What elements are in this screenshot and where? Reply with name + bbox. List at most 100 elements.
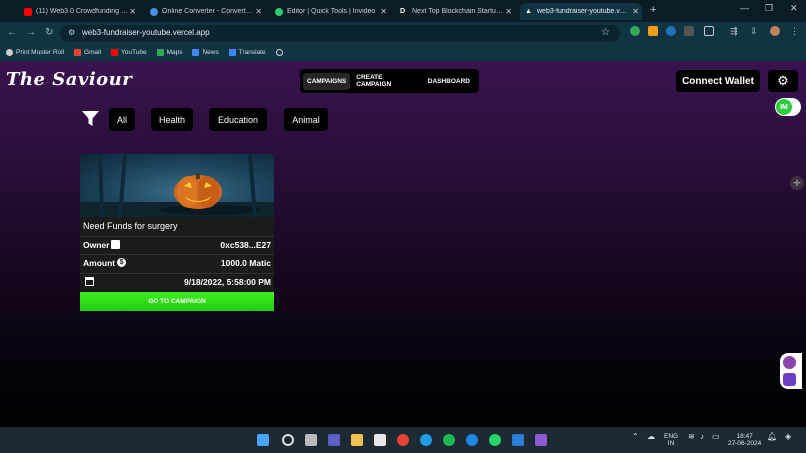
windows-start-icon[interactable]: [257, 434, 269, 446]
filter-chip-health[interactable]: Health: [151, 108, 193, 131]
store-icon[interactable]: [374, 434, 386, 446]
chrome-icon[interactable]: [397, 434, 409, 446]
extensions-puzzle-icon[interactable]: [704, 26, 714, 36]
clock[interactable]: 18:47 27-06-2024: [728, 433, 761, 447]
download-icon[interactable]: ⇩: [750, 26, 760, 36]
profile-avatar[interactable]: [770, 26, 780, 36]
close-window-icon[interactable]: ✕: [790, 3, 798, 14]
campaign-image: [80, 154, 274, 217]
calendar-icon: [85, 277, 94, 286]
restore-icon[interactable]: ❐: [765, 3, 773, 14]
gmail-icon: [74, 49, 82, 56]
close-tab-icon[interactable]: ✕: [380, 7, 387, 16]
app-icon[interactable]: [512, 434, 524, 446]
address-bar[interactable]: ⚙ web3-fundraiser-youtube.vercel.app ☆: [60, 25, 620, 42]
copilot-icon[interactable]: ◈: [785, 433, 791, 441]
filter-chip-all[interactable]: All: [109, 108, 135, 131]
spotify-icon[interactable]: [443, 434, 455, 446]
search-icon[interactable]: [282, 434, 294, 446]
nav-create-campaign[interactable]: CREATE CAMPAIGN: [352, 69, 422, 93]
date-row: 9/18/2022, 5:58:00 PM: [80, 273, 274, 289]
time-text: 18:47: [736, 433, 753, 440]
tab-title: web3-fundraiser-youtube.verce: [537, 8, 629, 15]
browser-tab-1[interactable]: (11) Web3.0 Crowdfunding Da ✕: [24, 3, 139, 20]
youtube-icon: [24, 7, 32, 16]
teams-icon[interactable]: [328, 434, 340, 446]
bookmark-item[interactable]: Maps: [156, 49, 182, 56]
site-info-icon[interactable]: ⚙: [68, 28, 75, 37]
assistant-icon[interactable]: [783, 356, 796, 369]
browser-tab-5[interactable]: ▲ web3-fundraiser-youtube.verce ✕: [520, 3, 642, 20]
go-to-campaign-button[interactable]: GO TO CAMPAIGN: [80, 292, 274, 311]
browser-tab-3[interactable]: Editor | Quick Tools | Invideo ✕: [275, 3, 390, 20]
bookmark-label: Gmail: [84, 49, 102, 56]
filter-icon[interactable]: [82, 111, 99, 127]
extension-icon[interactable]: [630, 26, 640, 36]
bookmarks-bar: Print Muster Roll Gmail YouTube Maps New…: [0, 44, 806, 61]
region-text: IN: [667, 440, 675, 447]
close-tab-icon[interactable]: ✕: [632, 7, 639, 16]
windows-taskbar: ⌃ ☁ ENG IN ≋ ♪ ▭ 18:47 27-06-2024 🔔︎ ◈: [0, 427, 806, 453]
language-indicator[interactable]: ENG IN: [664, 433, 678, 447]
translate-icon: [228, 49, 236, 56]
bookmark-item[interactable]: YouTube: [111, 49, 147, 56]
app-icon[interactable]: [783, 373, 796, 386]
extension-icon[interactable]: [666, 26, 676, 36]
campaign-card[interactable]: Need Funds for surgery Owner 0xc538...E2…: [80, 154, 274, 311]
date-text: 27-06-2024: [728, 440, 762, 447]
edge-icon[interactable]: [420, 434, 432, 446]
url-text: web3-fundraiser-youtube.vercel.app: [82, 28, 210, 37]
cast-icon[interactable]: ⇶: [730, 26, 740, 36]
task-view-icon[interactable]: [305, 434, 317, 446]
bookmark-item[interactable]: Translate: [228, 49, 266, 56]
notification-bell-icon[interactable]: 🔔︎: [767, 433, 777, 441]
app-icon[interactable]: [535, 434, 547, 446]
chevron-up-icon[interactable]: ⌃: [632, 433, 639, 441]
tab-title: Online Converter - Convert Im: [162, 8, 254, 15]
tab-title: (11) Web3.0 Crowdfunding Da: [36, 8, 128, 15]
menu-icon[interactable]: ⋮: [790, 26, 800, 36]
cloud-icon[interactable]: ☁: [647, 433, 655, 441]
app-logo[interactable]: The Saviour: [6, 69, 132, 90]
converter-icon: [150, 7, 158, 16]
im-extension-badge[interactable]: IM: [775, 98, 801, 116]
forward-icon[interactable]: →: [26, 27, 36, 38]
youtube-icon: [111, 49, 119, 56]
wifi-icon[interactable]: ≋: [688, 433, 695, 441]
file-explorer-icon[interactable]: [351, 434, 363, 446]
owner-address: 0xc538...E27: [220, 239, 271, 250]
close-tab-icon[interactable]: ✕: [505, 7, 512, 16]
bookmark-item[interactable]: News: [192, 49, 219, 56]
nav-dashboard[interactable]: DASHBOARD: [424, 73, 474, 90]
side-widget[interactable]: [780, 353, 802, 389]
filter-chip-animal[interactable]: Animal: [284, 108, 328, 131]
filter-chip-education[interactable]: Education: [209, 108, 267, 131]
bookmark-item[interactable]: Gmail: [74, 49, 101, 56]
whatsapp-icon[interactable]: [489, 434, 501, 446]
volume-icon[interactable]: ♪: [700, 433, 704, 441]
battery-icon[interactable]: ▭: [712, 433, 720, 441]
owner-label: Owner: [83, 239, 110, 250]
bookmark-star-icon[interactable]: ☆: [601, 27, 610, 38]
close-tab-icon[interactable]: ✕: [255, 7, 262, 16]
new-tab-icon[interactable]: +: [650, 4, 656, 16]
reload-icon[interactable]: ↻: [45, 27, 53, 38]
app-icon[interactable]: [466, 434, 478, 446]
invideo-icon: [275, 7, 283, 16]
minimize-icon[interactable]: —: [740, 3, 749, 13]
close-tab-icon[interactable]: ✕: [129, 7, 136, 16]
connect-wallet-button[interactable]: Connect Wallet: [676, 70, 760, 92]
settings-gear-icon[interactable]: ⚙: [768, 70, 798, 92]
side-expand-icon[interactable]: ✛: [790, 176, 804, 190]
nav-campaigns[interactable]: CAMPAIGNS: [303, 72, 351, 90]
browser-tab-4[interactable]: D Next Top Blockchain Startup Y ✕: [400, 3, 515, 20]
maps-icon: [156, 49, 164, 56]
extension-icon[interactable]: [684, 26, 694, 36]
dollar-icon: $: [117, 258, 127, 267]
back-icon[interactable]: ←: [7, 27, 17, 38]
bookmark-item[interactable]: Print Muster Roll: [6, 49, 64, 56]
browser-tab-2[interactable]: Online Converter - Convert Im ✕: [150, 3, 265, 20]
main-nav: CAMPAIGNS CREATE CAMPAIGN DASHBOARD: [300, 69, 479, 93]
metamask-icon[interactable]: [648, 26, 658, 36]
bookmark-item[interactable]: [275, 49, 286, 56]
